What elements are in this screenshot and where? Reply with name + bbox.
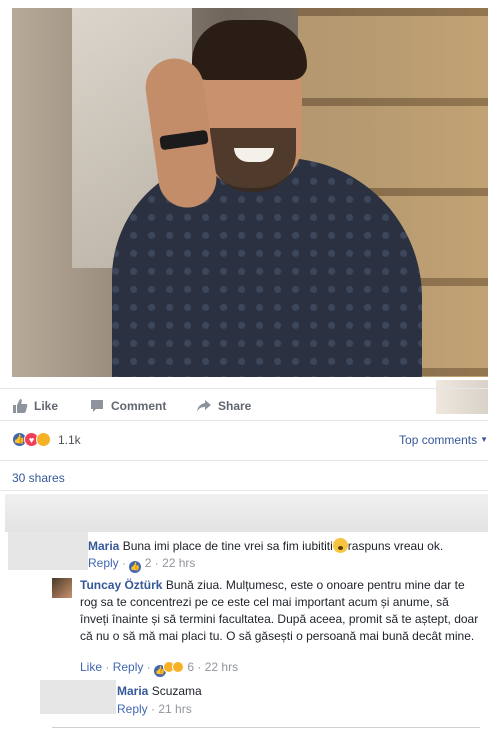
comment-button[interactable]: Comment <box>89 398 166 414</box>
avatar[interactable] <box>52 578 72 598</box>
comment-meta: Like · Reply · 👍 6 · 22 hrs <box>80 660 239 677</box>
thumbs-up-icon <box>13 399 28 413</box>
like-link[interactable]: Like <box>80 660 102 674</box>
reply-link[interactable]: Reply <box>113 660 144 674</box>
reply-link[interactable]: Reply <box>117 702 148 716</box>
divider <box>0 490 488 491</box>
blurred-avatar <box>8 532 88 570</box>
comment-like-count[interactable]: 2 <box>145 556 152 570</box>
wow-icon <box>36 432 51 447</box>
post-photo[interactable] <box>12 8 488 377</box>
reply-link[interactable]: Reply <box>88 556 119 570</box>
reaction-count: 1.1k <box>58 432 81 447</box>
blurred-comment-area <box>5 494 488 532</box>
comment-text: Scuzama <box>151 684 202 698</box>
top-comments-label: Top comments <box>399 433 478 447</box>
like-label: Like <box>34 399 59 413</box>
comment-meta: Reply · 👍 2 · 22 hrs <box>88 556 196 573</box>
comment-meta: Reply · 21 hrs <box>117 702 192 716</box>
comment-time[interactable]: 22 hrs <box>205 660 238 674</box>
caret-down-icon: ▼ <box>480 435 488 444</box>
comment: Maria Buna imi place de tine vrei sa fim… <box>88 538 483 553</box>
reaction-summary[interactable]: 👍 ♥ 1.1k <box>12 432 81 447</box>
like-button[interactable]: Like <box>12 398 58 414</box>
comment-like-count[interactable]: 6 <box>187 660 194 674</box>
photo-person-hair <box>192 20 307 80</box>
like-icon: 👍 <box>129 561 142 573</box>
comment-time[interactable]: 21 hrs <box>158 702 191 716</box>
comment-author[interactable]: Tuncay Öztürk <box>80 578 162 592</box>
divider <box>0 460 488 461</box>
shares-link[interactable]: 30 shares <box>12 471 65 485</box>
wow-emoji-icon <box>332 538 348 553</box>
comment-reply: Maria Scuzama <box>117 684 202 698</box>
comment-reply: Tuncay Öztürk Bună ziua. Mulțumesc, este… <box>80 577 480 645</box>
divider <box>52 727 480 728</box>
comment-icon <box>91 400 103 412</box>
comment-author[interactable]: Maria <box>117 684 148 698</box>
top-comments-dropdown[interactable]: Top comments ▼ <box>399 433 488 447</box>
post-action-bar: Like Comment Share <box>0 388 488 421</box>
comment-label: Comment <box>111 399 167 413</box>
comment-time[interactable]: 22 hrs <box>162 556 195 570</box>
wow-icon <box>172 661 185 673</box>
comment-author[interactable]: Maria <box>88 539 119 553</box>
comment-text: Buna imi place de tine vrei sa fim iubit… <box>122 539 333 553</box>
share-arrow-icon <box>197 400 211 412</box>
comment-text-end: raspuns vreau ok. <box>347 539 444 553</box>
blurred-avatar <box>40 680 116 714</box>
share-label: Share <box>218 399 252 413</box>
share-button[interactable]: Share <box>196 398 251 414</box>
